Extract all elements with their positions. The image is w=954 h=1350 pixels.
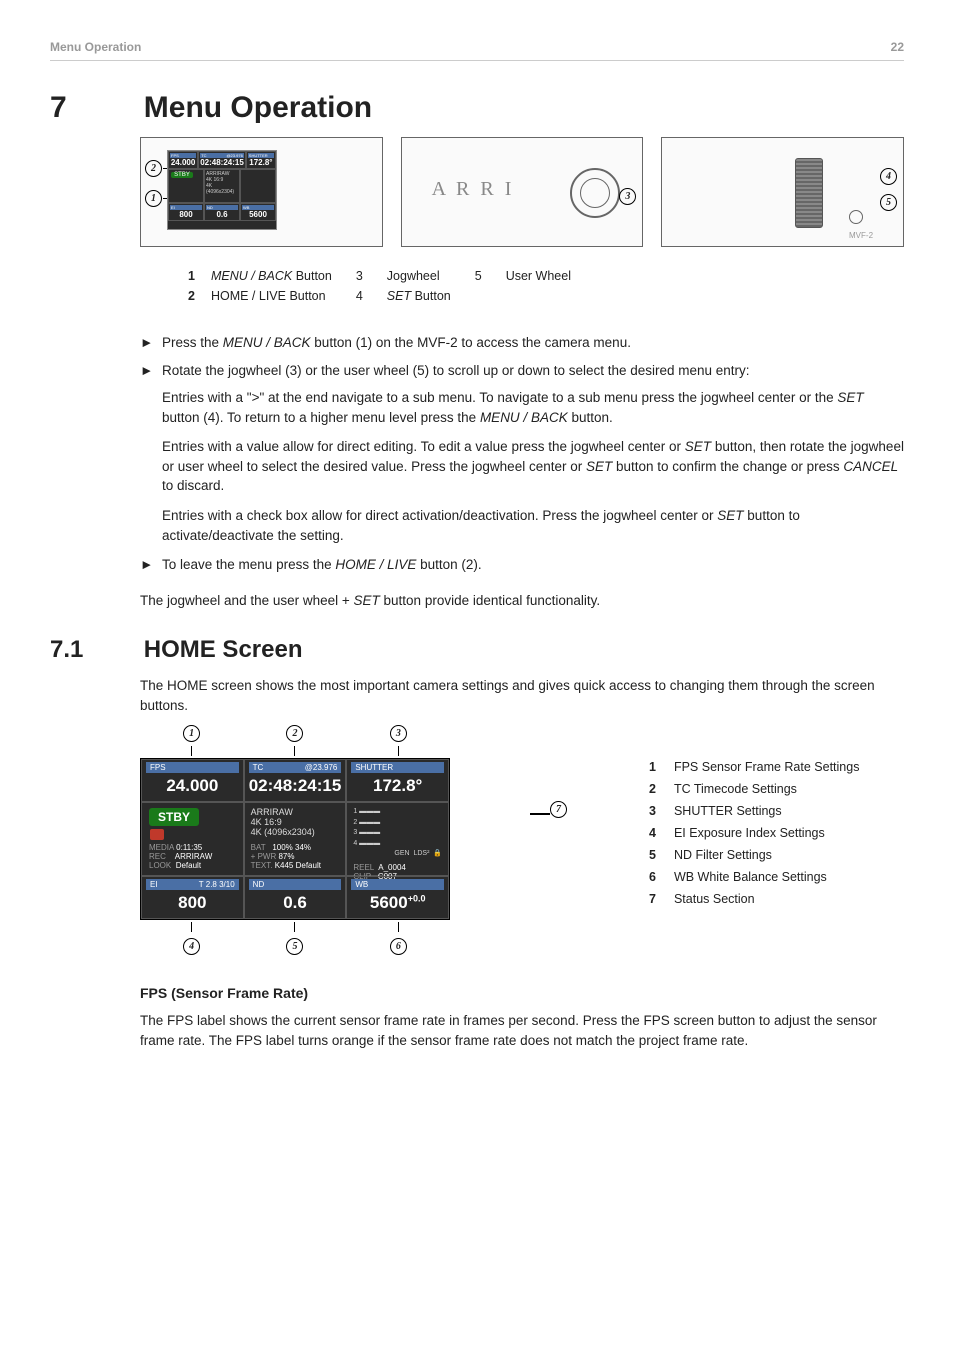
home-screen-figure: 1 2 3 FPS24.000 TC@23.97602:48:24:15 SHU… [140,725,450,955]
shutter-tile[interactable]: SHUTTER172.8° [346,759,449,802]
instruction-detail: Entries with a ">" at the end navigate t… [162,388,904,427]
ei-tile[interactable]: EIT 2.8 3/10800 [141,876,244,919]
set-button-icon [849,210,863,224]
marker-7-icon: 7 [550,801,567,818]
subsection-title: HOME Screen [144,636,303,664]
nd-tile[interactable]: ND0.6 [244,876,347,919]
warning-icon [150,829,164,840]
legend-row: 4EI Exposure Index Settings [649,823,871,843]
legend-row: 1FPS Sensor Frame Rate Settings [649,757,871,777]
header-page: 22 [891,40,904,54]
callout-4-icon: 4 [880,168,897,185]
fps-tile[interactable]: FPS24.000 [141,759,244,802]
subsection-heading: 7.1 HOME Screen [50,636,904,664]
instruction-detail: Entries with a value allow for direct ed… [162,437,904,496]
instruction-item: ►Press the MENU / BACK button (1) on the… [140,333,904,353]
marker-1-icon: 1 [183,725,200,742]
wb-tile[interactable]: WB5600+0.0 [346,876,449,919]
legend-row: 7Status Section [649,889,871,909]
device-center-panel: 3 A R R I [401,137,644,247]
user-wheel-icon [795,158,823,228]
callout-5-icon: 5 [880,194,897,211]
instruction-item: ►Rotate the jogwheel (3) or the user whe… [140,361,904,381]
legend-row: 5ND Filter Settings [649,845,871,865]
subsection-intro: The HOME screen shows the most important… [140,676,904,715]
marker-3-icon: 3 [390,725,407,742]
mini-screen: FPS24.000 TC@23.97602:48:24:15 SHUTTER17… [167,150,277,230]
page-header: Menu Operation 22 [50,0,904,61]
closing-note: The jogwheel and the user wheel + SET bu… [140,591,904,611]
status-center: ARRIRAW4K 16:94K (4096x2304) BAT 100% 34… [244,802,347,876]
chapter-title: Menu Operation [144,91,372,125]
fps-section-body: The FPS label shows the current sensor f… [140,1011,904,1050]
home-legend-table: 1FPS Sensor Frame Rate Settings2TC Timec… [647,755,873,911]
chapter-number: 7 [50,91,140,125]
status-left: STBY MEDIA 0:11:35REC ARRIRAWLOOK Defaul… [141,802,244,876]
legend-row: 6WB White Balance Settings [649,867,871,887]
figure-legend-table: 1MENU / BACK Button 3Jogwheel 5User Whee… [186,265,595,307]
status-right: 1 ▬▬▬2 ▬▬▬3 ▬▬▬4 ▬▬▬GEN LDS² 🔒 REEL A_00… [346,802,449,876]
marker-4-icon: 4 [183,938,200,955]
triangle-bullet-icon: ► [140,333,162,353]
instruction-item: ►To leave the menu press the HOME / LIVE… [140,555,904,575]
triangle-bullet-icon: ► [140,555,162,575]
instruction-list: ►Press the MENU / BACK button (1) on the… [140,333,904,575]
callout-2-icon: 2 [145,160,162,177]
header-section: Menu Operation [50,40,141,54]
marker-2-icon: 2 [286,725,303,742]
legend-row: 3SHUTTER Settings [649,801,871,821]
marker-5-icon: 5 [286,938,303,955]
tc-tile[interactable]: TC@23.97602:48:24:15 [244,759,347,802]
callout-3-icon: 3 [619,188,636,205]
device-figure-row: 2 1 FPS24.000 TC@23.97602:48:24:15 SHUTT… [140,137,904,247]
legend-row: 2TC Timecode Settings [649,779,871,799]
marker-6-icon: 6 [390,938,407,955]
device-right-panel: 4 5 MVF-2 [661,137,904,247]
callout-1-icon: 1 [145,190,162,207]
fps-section-title: FPS (Sensor Frame Rate) [140,985,904,1001]
instruction-detail: Entries with a check box allow for direc… [162,506,904,545]
device-left-panel: 2 1 FPS24.000 TC@23.97602:48:24:15 SHUTT… [140,137,383,247]
triangle-bullet-icon: ► [140,361,162,381]
stby-badge: STBY [149,808,199,826]
subsection-number: 7.1 [50,636,140,664]
chapter-heading: 7 Menu Operation [50,91,904,125]
